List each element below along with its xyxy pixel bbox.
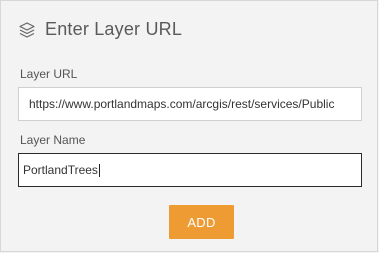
layer-url-label: Layer URL (20, 67, 78, 81)
text-caret (98, 163, 100, 177)
layer-url-input[interactable]: https://www.portlandmaps.com/arcgis/rest… (18, 87, 362, 121)
layer-name-value: PortlandTrees (23, 163, 98, 177)
layer-url-value: https://www.portlandmaps.com/arcgis/rest… (29, 97, 335, 111)
add-button[interactable]: ADD (169, 205, 234, 239)
layer-name-label: Layer Name (20, 133, 86, 147)
panel-header: Enter Layer URL (18, 19, 182, 40)
layer-name-input[interactable]: PortlandTrees (18, 153, 362, 187)
panel-title: Enter Layer URL (45, 19, 183, 39)
layers-icon (18, 21, 36, 39)
enter-layer-url-panel: Enter Layer URL Layer URL https://www.po… (0, 0, 378, 252)
